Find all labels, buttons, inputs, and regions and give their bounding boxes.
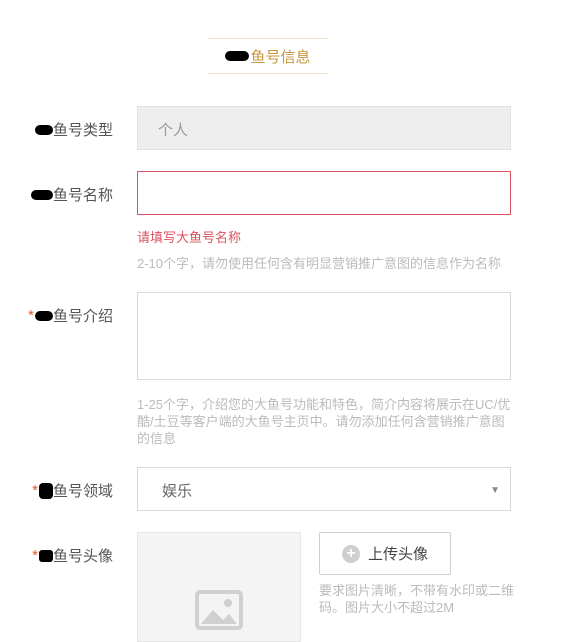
intro-hint: 1-25个字，介绍您的大鱼号功能和特色，简介内容将展示在UC/优酷/土豆等客户端… <box>137 397 511 446</box>
type-field: 个人 <box>137 106 511 150</box>
redaction-mark <box>30 189 53 200</box>
image-icon <box>195 590 243 630</box>
redaction-mark <box>34 310 53 321</box>
upload-avatar-label: 上传头像 <box>367 546 428 563</box>
name-input[interactable] <box>137 171 511 215</box>
section-title: 鱼号信息 <box>208 38 328 74</box>
type-label: 鱼号类型 <box>34 119 113 140</box>
intro-textarea[interactable] <box>137 292 511 380</box>
name-label-text: 鱼号名称 <box>52 187 113 204</box>
name-error: 请填写大鱼号名称 <box>137 230 242 245</box>
domain-label-text: 鱼号领域 <box>52 483 113 500</box>
intro-label: * 鱼号介绍 <box>28 305 113 326</box>
section-title-text: 鱼号信息 <box>250 48 311 66</box>
type-value: 个人 <box>158 122 189 139</box>
redaction-mark <box>38 549 53 562</box>
name-label: 鱼号名称 <box>30 184 113 205</box>
upload-avatar-button[interactable]: + 上传头像 <box>319 532 451 575</box>
intro-label-text: 鱼号介绍 <box>52 308 113 325</box>
redaction-mark <box>38 482 53 499</box>
domain-label: * 鱼号领域 <box>32 480 113 501</box>
required-mark: * <box>32 547 38 564</box>
avatar-hint: 要求图片清晰，不带有水印或二维码。图片大小不超过2M <box>319 583 515 615</box>
domain-select[interactable]: 娱乐 ▼ <box>137 467 511 511</box>
caret-down-icon: ▼ <box>490 485 500 496</box>
avatar-label-text: 鱼号头像 <box>52 548 113 565</box>
name-hint: 2-10个字，请勿使用任何含有明显营销推广意图的信息作为名称 <box>137 256 502 271</box>
plus-circle-icon: + <box>341 544 360 563</box>
required-mark: * <box>32 482 38 499</box>
type-label-text: 鱼号类型 <box>52 122 113 139</box>
avatar-label: * 鱼号头像 <box>32 545 113 566</box>
domain-value: 娱乐 <box>162 483 193 500</box>
avatar-preview <box>137 532 301 642</box>
redaction-mark <box>225 51 250 61</box>
redaction-mark <box>34 124 53 135</box>
required-mark: * <box>28 307 34 324</box>
